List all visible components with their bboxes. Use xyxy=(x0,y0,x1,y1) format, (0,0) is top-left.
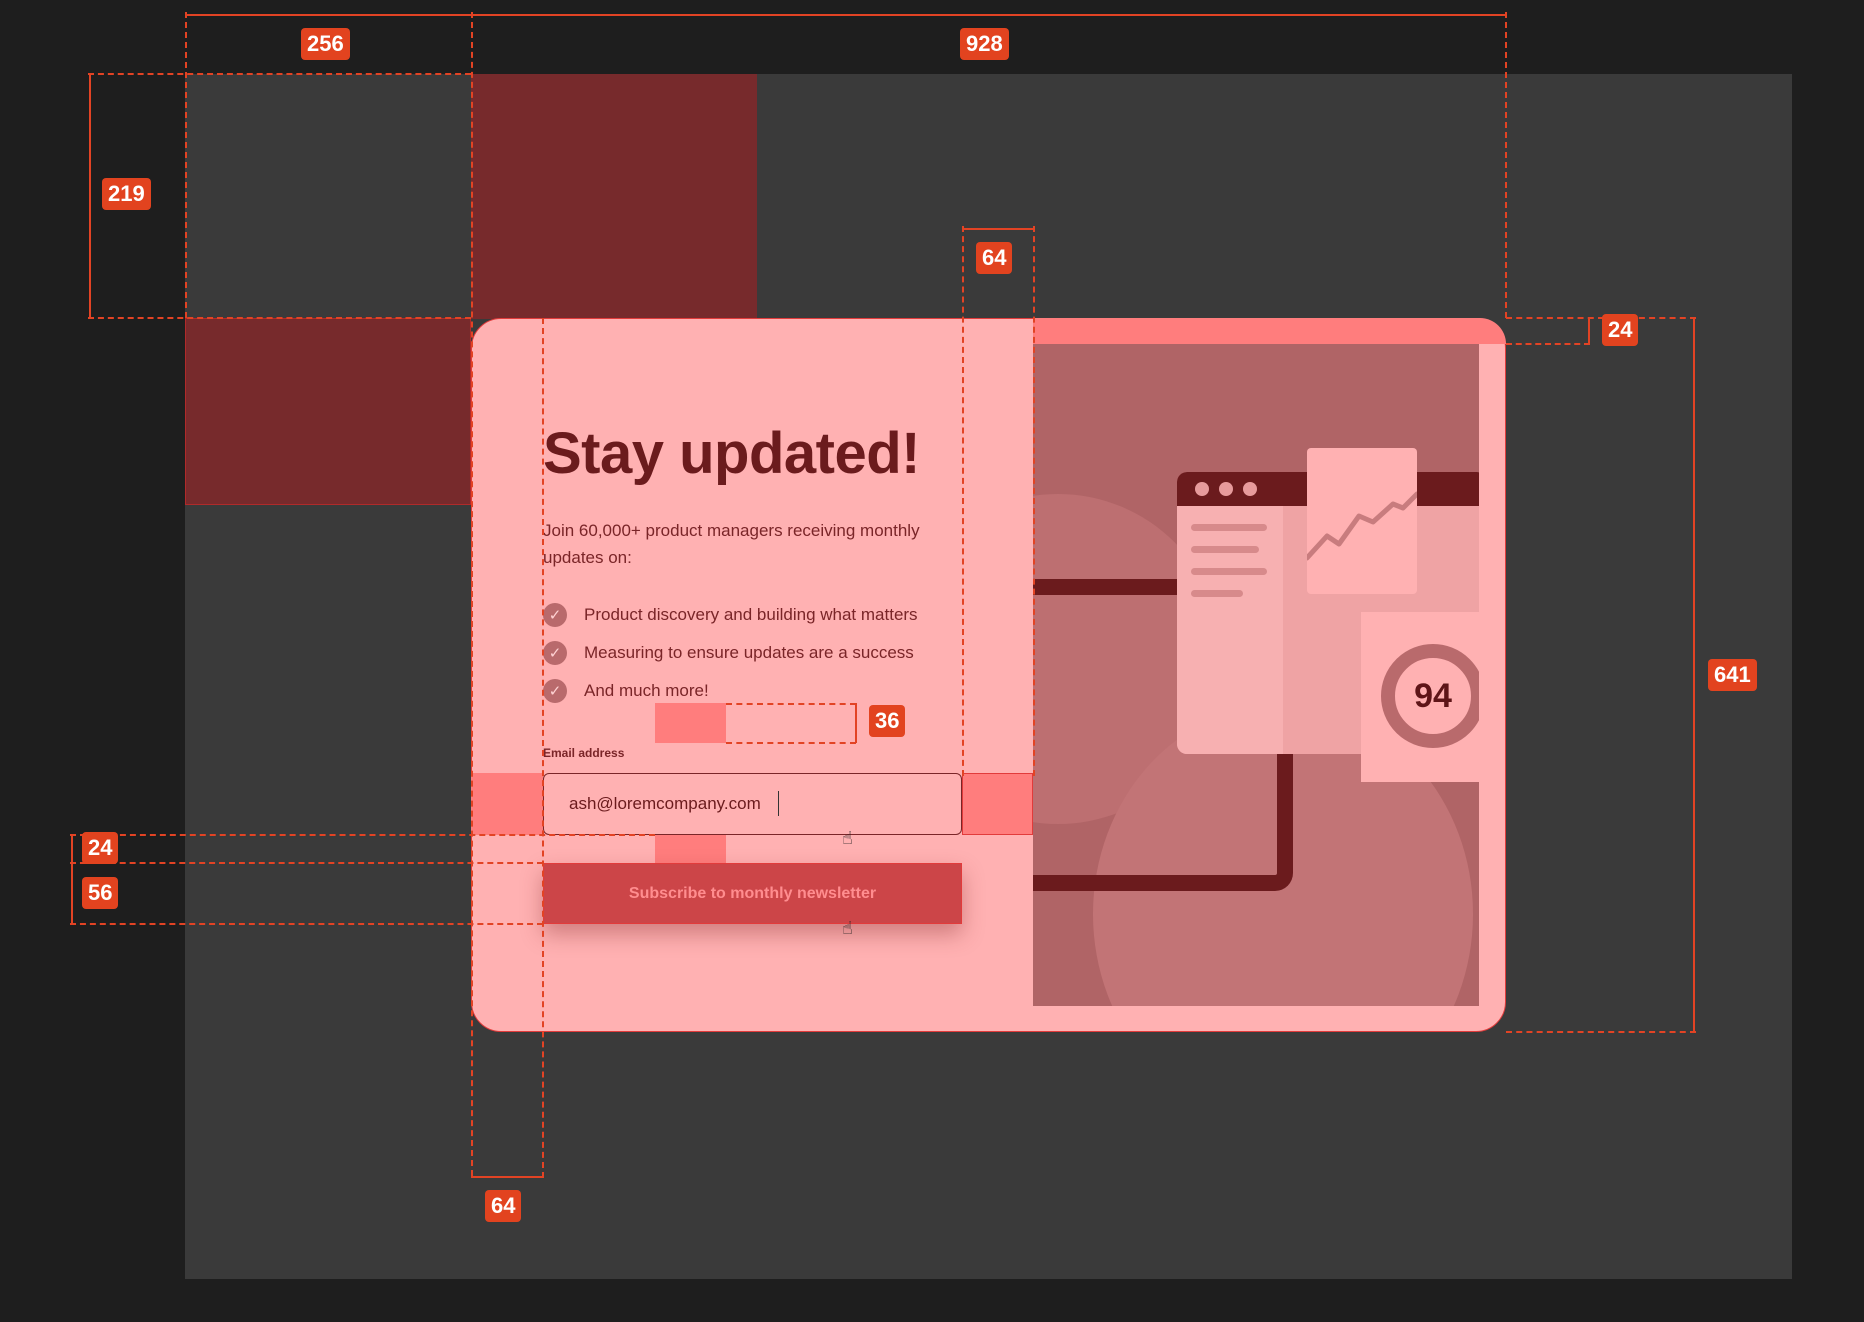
spacing-highlight xyxy=(655,835,726,863)
window-sidebar xyxy=(1177,506,1283,754)
page-title: Stay updated! xyxy=(543,421,921,486)
dimension-badge: 36 xyxy=(869,705,906,737)
list-item: ✓ Measuring to ensure updates are a succ… xyxy=(543,634,918,672)
check-circle-icon: ✓ xyxy=(543,679,567,703)
margin-highlight-left xyxy=(185,318,471,505)
dimension-line xyxy=(1693,318,1695,1032)
list-item-label: Product discovery and building what matt… xyxy=(584,605,918,624)
margin-highlight-top xyxy=(471,74,757,319)
window-dot-icon xyxy=(1219,482,1233,496)
list-item-label: And much more! xyxy=(584,681,709,700)
hand-pointer-icon: ☝ xyxy=(842,918,853,938)
guide-line xyxy=(70,862,543,864)
guide-line xyxy=(962,226,964,776)
dimension-badge: 64 xyxy=(485,1190,522,1222)
list-item-label: Measuring to ensure updates are a succes… xyxy=(584,643,914,662)
trend-line-icon xyxy=(1304,491,1420,561)
guide-line xyxy=(88,73,471,75)
guide-line xyxy=(70,834,655,836)
intro-text: Join 60,000+ product managers receiving … xyxy=(543,521,920,567)
dimension-line xyxy=(71,863,73,924)
trend-chart-card xyxy=(1304,448,1420,594)
dimension-badge: 64 xyxy=(976,242,1013,274)
guide-line xyxy=(1506,1031,1696,1033)
spacing-highlight xyxy=(471,773,543,835)
dimension-badge: 219 xyxy=(102,178,151,210)
score-value: 94 xyxy=(1414,676,1452,715)
check-circle-icon: ✓ xyxy=(543,641,567,665)
dimension-line xyxy=(962,228,1033,230)
dimension-line xyxy=(89,74,91,318)
dimension-line xyxy=(471,1176,542,1178)
dimension-line xyxy=(1588,318,1590,344)
illustration-panel: 94 xyxy=(1033,344,1479,1006)
dimension-badge: 56 xyxy=(82,877,119,909)
score-card: 94 xyxy=(1361,612,1479,782)
spacing-highlight xyxy=(962,773,1033,835)
dimension-line xyxy=(471,14,1505,16)
guide-line xyxy=(1506,343,1590,345)
dimension-badge: 256 xyxy=(301,28,350,60)
dimension-badge: 24 xyxy=(1602,314,1639,346)
sidebar-line xyxy=(1191,524,1267,531)
dimension-badge: 641 xyxy=(1708,659,1757,691)
dimension-line xyxy=(71,835,73,863)
dimension-line xyxy=(855,703,857,743)
dimension-badge: 928 xyxy=(960,28,1009,60)
image-top-padding-highlight xyxy=(1033,318,1506,344)
sidebar-line xyxy=(1191,590,1243,597)
guide-line xyxy=(726,742,856,744)
subscribe-button[interactable]: Subscribe to monthly newsletter xyxy=(543,863,962,924)
guide-line xyxy=(542,318,544,1178)
dimension-badge: 24 xyxy=(82,832,119,864)
window-dot-icon xyxy=(1243,482,1257,496)
text-caret xyxy=(778,791,779,816)
hand-pointer-icon: ☝ xyxy=(842,828,853,848)
guide-line xyxy=(1505,12,1507,318)
dimension-line xyxy=(185,14,471,16)
guide-line xyxy=(471,12,473,1176)
window-dot-icon xyxy=(1195,482,1209,496)
email-input[interactable] xyxy=(543,773,962,835)
guide-line xyxy=(185,12,187,318)
guide-line xyxy=(88,317,471,319)
guide-line xyxy=(1033,226,1035,776)
sidebar-line xyxy=(1191,568,1267,575)
benefit-list: ✓ Product discovery and building what ma… xyxy=(543,596,918,710)
guide-line xyxy=(1506,317,1696,319)
email-label: Email address xyxy=(543,746,625,760)
guide-line xyxy=(726,703,856,705)
guide-line xyxy=(70,923,543,925)
sidebar-line xyxy=(1191,546,1259,553)
list-item: ✓ Product discovery and building what ma… xyxy=(543,596,918,634)
check-circle-icon: ✓ xyxy=(543,603,567,627)
spacing-highlight xyxy=(655,703,726,743)
score-ring: 94 xyxy=(1381,644,1479,748)
